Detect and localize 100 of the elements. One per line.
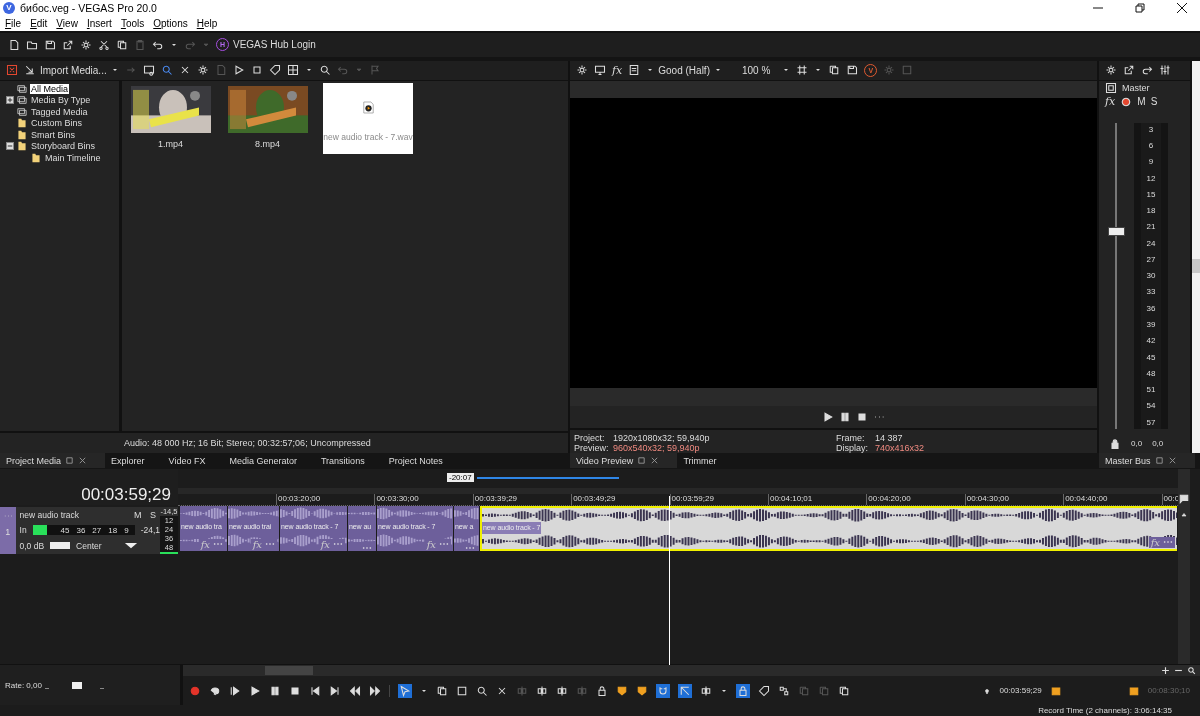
- remove-media-icon[interactable]: [6, 64, 18, 77]
- mute-button[interactable]: M: [1137, 96, 1146, 108]
- copy-icon[interactable]: [828, 64, 841, 77]
- menu-item[interactable]: Help: [196, 17, 218, 29]
- tree-item[interactable]: Custom Bins: [30, 118, 84, 129]
- tag-icon[interactable]: [268, 64, 281, 77]
- open-folder-icon[interactable]: [26, 38, 38, 51]
- pause-icon[interactable]: [269, 684, 281, 697]
- panel-tab[interactable]: Trimmer: [677, 453, 735, 469]
- settings-icon[interactable]: [196, 64, 209, 77]
- panel-tab[interactable]: Project Media: [0, 453, 106, 469]
- previous-frame-icon[interactable]: [349, 684, 361, 697]
- play-from-start-icon[interactable]: [229, 684, 241, 697]
- search-media-icon[interactable]: [160, 64, 173, 77]
- zoom-in-icon[interactable]: [1161, 666, 1170, 676]
- normal-edit-tool-icon[interactable]: [398, 683, 412, 698]
- trim-end-icon[interactable]: [536, 684, 548, 697]
- tree-item[interactable]: Tagged Media: [30, 106, 89, 117]
- grid-lines-icon[interactable]: [796, 64, 809, 77]
- pause-icon[interactable]: [839, 410, 851, 423]
- panel-tab[interactable]: Media Generator: [223, 453, 315, 469]
- save-icon[interactable]: [44, 38, 56, 51]
- go-to-end-icon[interactable]: [329, 684, 341, 697]
- next-frame-icon[interactable]: [369, 684, 381, 697]
- tree-item[interactable]: Storyboard Bins: [30, 141, 97, 152]
- tree-item[interactable]: Media By Type: [30, 95, 92, 106]
- marker-icon[interactable]: [616, 684, 628, 697]
- ignore-grouping-icon[interactable]: [758, 684, 770, 697]
- capture-icon[interactable]: [142, 64, 155, 77]
- mixer-icon[interactable]: [778, 684, 790, 697]
- menu-item[interactable]: Edit: [30, 17, 48, 29]
- zoom-dropdown[interactable]: 100 %: [741, 64, 791, 76]
- settings-icon[interactable]: [80, 38, 92, 51]
- panel-tab[interactable]: Video FX: [162, 453, 224, 469]
- trim-start-icon[interactable]: [516, 684, 528, 697]
- panel-tab[interactable]: Video Preview: [570, 453, 678, 469]
- zoom-tool-icon[interactable]: [476, 684, 488, 697]
- layers-icon[interactable]: [838, 684, 850, 697]
- search-icon[interactable]: [318, 64, 331, 77]
- preview-quality-dropdown[interactable]: Good (Half): [658, 64, 722, 76]
- tree-item[interactable]: Main Timeline: [44, 152, 102, 163]
- video-fx-button[interactable]: fx: [612, 63, 623, 77]
- menu-item[interactable]: Insert: [86, 17, 112, 29]
- snapping-icon[interactable]: [656, 683, 670, 698]
- undock-icon[interactable]: [637, 456, 647, 466]
- undock-icon[interactable]: [1154, 456, 1164, 466]
- more-icon[interactable]: [1163, 540, 1173, 545]
- close-icon[interactable]: [1176, 1, 1188, 14]
- more-icon[interactable]: [362, 545, 372, 550]
- go-to-start-icon[interactable]: [309, 684, 321, 697]
- undock-icon[interactable]: [65, 456, 75, 466]
- scroll-up-icon[interactable]: [1180, 510, 1188, 519]
- stop-icon[interactable]: [250, 64, 263, 77]
- monitor-icon[interactable]: [594, 64, 606, 77]
- copy-icon[interactable]: [116, 38, 128, 51]
- loop-region-bar[interactable]: [476, 476, 619, 479]
- search-icon[interactable]: [1187, 666, 1196, 676]
- stop-icon[interactable]: [856, 410, 868, 423]
- menu-item[interactable]: View: [56, 17, 78, 29]
- ripple-icon[interactable]: [700, 684, 712, 697]
- panel-tab[interactable]: Transitions: [314, 453, 383, 469]
- pan-icon[interactable]: [123, 542, 138, 550]
- export-icon[interactable]: [62, 38, 74, 51]
- more-icon[interactable]: [465, 545, 475, 550]
- play-icon[interactable]: [822, 410, 834, 423]
- import-media-button[interactable]: Import Media...: [24, 64, 119, 77]
- panel-tab[interactable]: Master Bus: [1099, 453, 1195, 469]
- solo-button[interactable]: S: [150, 509, 160, 520]
- collapse-icon[interactable]: [6, 142, 14, 151]
- more-icon[interactable]: [439, 542, 449, 547]
- tree-item[interactable]: Smart Bins: [30, 129, 76, 140]
- expand-icon[interactable]: [1123, 64, 1135, 77]
- menu-item[interactable]: File: [5, 17, 22, 29]
- panel-tab[interactable]: Project Notes: [382, 453, 461, 469]
- settings-icon[interactable]: [576, 64, 588, 77]
- loop-icon[interactable]: [209, 684, 221, 697]
- expand-icon[interactable]: [6, 96, 14, 105]
- record-icon[interactable]: [189, 684, 201, 697]
- lock-envelopes-icon[interactable]: [736, 683, 750, 698]
- scrollbar-thumb[interactable]: [1192, 258, 1200, 273]
- more-icon[interactable]: [333, 542, 343, 547]
- save-icon[interactable]: [846, 64, 859, 77]
- downmix-icon[interactable]: [1141, 64, 1153, 77]
- page-icon[interactable]: [628, 64, 641, 77]
- selection-tool-icon[interactable]: [456, 684, 468, 697]
- grid-view-icon[interactable]: [286, 64, 299, 77]
- panel-tab[interactable]: Explorer: [105, 453, 163, 469]
- more-icon[interactable]: [213, 542, 223, 547]
- play-icon[interactable]: [232, 64, 245, 77]
- settings-icon[interactable]: [1105, 64, 1117, 77]
- tree-item[interactable]: All Media: [30, 83, 69, 94]
- stop-icon[interactable]: [289, 684, 301, 697]
- restore-icon[interactable]: [1134, 1, 1146, 14]
- audio-file-card[interactable]: new audio track - 7.wav: [323, 82, 413, 154]
- menu-item[interactable]: Options: [153, 17, 188, 29]
- fader-handle[interactable]: [1108, 226, 1125, 236]
- more-icon[interactable]: [265, 542, 275, 547]
- lock-icon[interactable]: [596, 684, 608, 697]
- scrollbar-thumb[interactable]: [265, 666, 313, 676]
- scissors-icon[interactable]: [98, 38, 110, 51]
